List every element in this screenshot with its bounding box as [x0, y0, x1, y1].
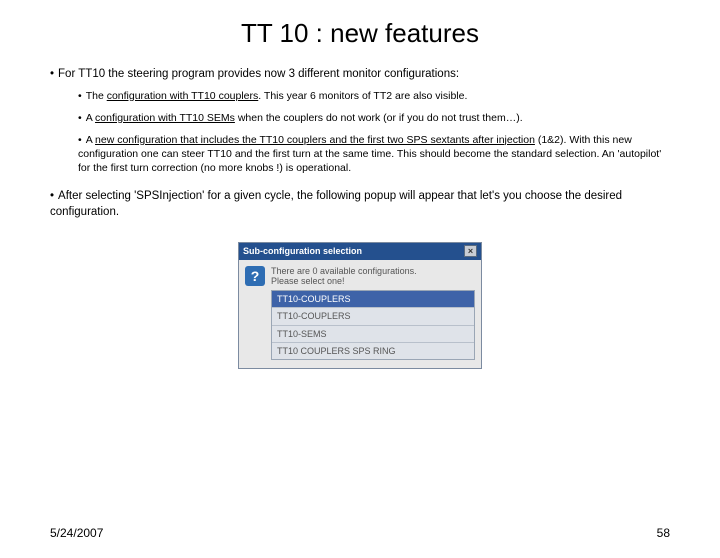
- footer-page-number: 58: [657, 526, 670, 540]
- b1b-pre: A: [86, 112, 95, 124]
- dialog-preview: Sub-configuration selection × ? There ar…: [238, 242, 482, 368]
- b1a-post: . This year 6 monitors of TT2 are also v…: [258, 90, 467, 102]
- b1c-underline: new configuration that includes the TT10…: [95, 134, 535, 146]
- dialog-option[interactable]: TT10-SEMS: [272, 326, 474, 343]
- dialog-message-2: Please select one!: [271, 276, 475, 286]
- dialog-message-1: There are 0 available configurations.: [271, 266, 475, 276]
- b1a-pre: The: [86, 90, 107, 102]
- bullet-icon: •: [78, 90, 82, 102]
- dialog-window: Sub-configuration selection × ? There ar…: [238, 242, 482, 368]
- bullet-sub-1a: • The configuration with TT10 couplers. T…: [78, 89, 670, 103]
- b1b-post: when the couplers do not work (or if you…: [235, 112, 523, 124]
- bullet-icon: •: [78, 134, 82, 146]
- b1a-underline: configuration with TT10 couplers: [107, 90, 259, 102]
- dialog-titlebar: Sub-configuration selection ×: [239, 243, 481, 259]
- bullet-main-1: • For TT10 the steering program provides …: [50, 67, 670, 83]
- slide-content: • For TT10 the steering program provides …: [0, 67, 720, 369]
- dialog-option-list: TT10-COUPLERS TT10-COUPLERS TT10-SEMS TT…: [271, 290, 475, 360]
- b1b-underline: configuration with TT10 SEMs: [95, 112, 235, 124]
- dialog-right: There are 0 available configurations. Pl…: [271, 266, 475, 360]
- slide-title: TT 10 : new features: [0, 18, 720, 49]
- question-icon: ?: [245, 266, 265, 286]
- b1c-pre: A: [86, 134, 95, 146]
- dialog-body: ? There are 0 available configurations. …: [239, 260, 481, 368]
- bullet-main-2-text: After selecting 'SPSInjection' for a giv…: [50, 190, 622, 218]
- dialog-option[interactable]: TT10 COUPLERS SPS RING: [272, 343, 474, 359]
- bullet-icon: •: [50, 68, 54, 80]
- dialog-option[interactable]: TT10-COUPLERS: [272, 308, 474, 325]
- bullet-main-1-text: For TT10 the steering program provides n…: [58, 68, 459, 80]
- bullet-icon: •: [78, 112, 82, 124]
- dialog-option[interactable]: TT10-COUPLERS: [272, 291, 474, 308]
- close-icon[interactable]: ×: [464, 245, 477, 257]
- footer-date: 5/24/2007: [50, 526, 103, 540]
- bullet-main-2: •After selecting 'SPSInjection' for a gi…: [50, 189, 670, 220]
- bullet-sub-1b: • A configuration with TT10 SEMs when the…: [78, 111, 670, 125]
- dialog-title-text: Sub-configuration selection: [243, 245, 362, 257]
- bullet-icon: •: [50, 190, 54, 202]
- bullet-sub-1c: • A new configuration that includes the T…: [78, 133, 670, 176]
